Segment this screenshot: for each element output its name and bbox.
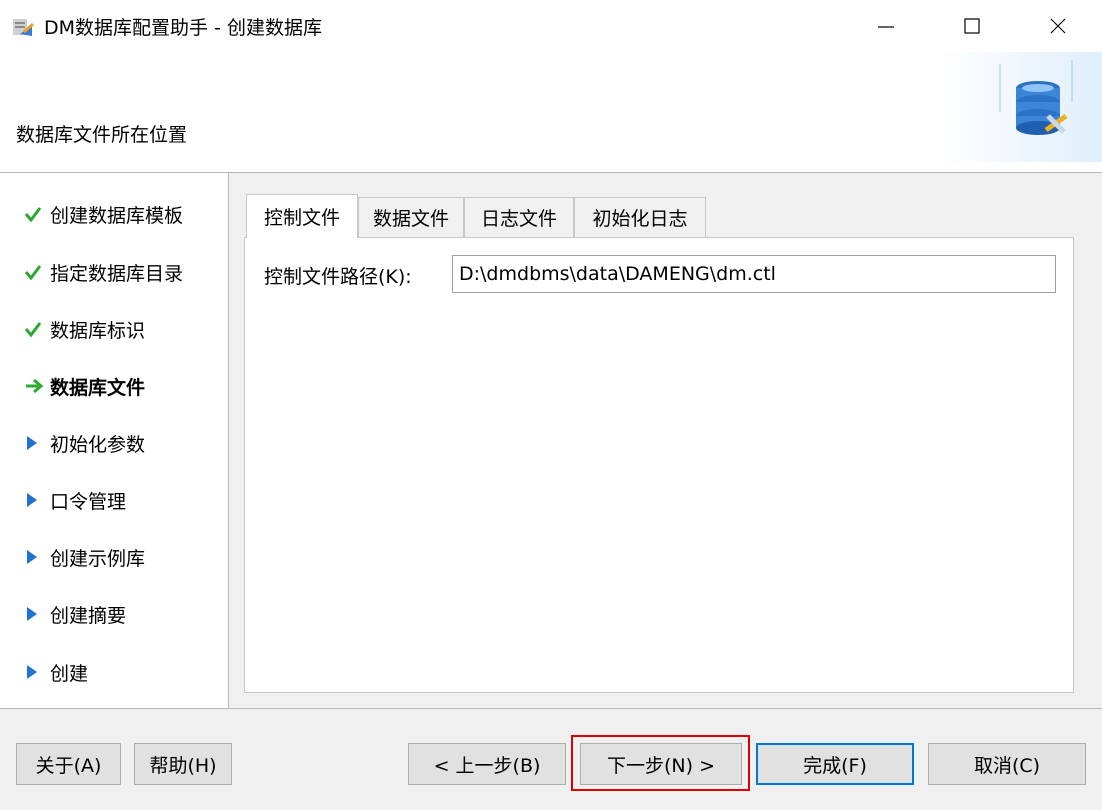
step-summary: 创建摘要 (24, 598, 126, 630)
next-button-highlight (571, 735, 750, 791)
checkmark-icon (24, 263, 50, 281)
step-create-template: 创建数据库模板 (24, 198, 183, 230)
step-password: 口令管理 (24, 484, 126, 516)
step-sample-db: 创建示例库 (24, 541, 145, 573)
step-db-directory: 指定数据库目录 (24, 256, 183, 288)
app-icon (13, 19, 34, 36)
checkmark-icon (24, 205, 50, 223)
step-label: 口令管理 (50, 490, 127, 513)
close-icon (1050, 18, 1066, 34)
help-button[interactable]: 帮助(H) (134, 743, 232, 785)
step-label: 创建数据库模板 (50, 204, 184, 227)
step-label: 数据库标识 (50, 319, 146, 342)
step-label: 数据库文件 (50, 376, 146, 399)
tab-init-log[interactable]: 初始化日志 (574, 197, 706, 237)
minimize-icon (878, 26, 894, 28)
step-db-files: 数据库文件 (24, 370, 145, 402)
database-gear-icon (940, 52, 1102, 162)
step-label: 创建示例库 (50, 547, 146, 570)
triangle-right-icon (24, 548, 50, 566)
step-label: 创建 (50, 662, 89, 685)
title-bar: DM数据库配置助手 - 创建数据库 (0, 0, 1102, 52)
control-file-path-label: 控制文件路径(K): (264, 266, 412, 288)
tab-panel (244, 237, 1074, 693)
checkmark-icon (24, 320, 50, 338)
page-title: 数据库文件所在位置 (16, 124, 188, 146)
maximize-button[interactable] (944, 0, 1000, 52)
control-file-path-input[interactable] (452, 255, 1056, 293)
step-db-identity: 数据库标识 (24, 313, 145, 345)
maximize-icon (964, 18, 980, 34)
step-init-params: 初始化参数 (24, 427, 145, 459)
window-title: DM数据库配置助手 - 创建数据库 (44, 17, 322, 39)
tab-data-file[interactable]: 数据文件 (358, 197, 464, 237)
step-label: 指定数据库目录 (50, 262, 184, 285)
about-button[interactable]: 关于(A) (16, 743, 121, 785)
minimize-button[interactable] (858, 0, 914, 52)
close-button[interactable] (1030, 0, 1086, 52)
wizard-header: 数据库文件所在位置 (0, 52, 1102, 172)
triangle-right-icon (24, 663, 50, 681)
triangle-right-icon (24, 491, 50, 509)
tab-log-file[interactable]: 日志文件 (464, 197, 574, 237)
triangle-right-icon (24, 605, 50, 623)
triangle-right-icon (24, 434, 50, 452)
tab-control-file[interactable]: 控制文件 (246, 194, 358, 238)
cancel-button[interactable]: 取消(C) (928, 743, 1086, 785)
back-button[interactable]: < 上一步(B) (408, 743, 566, 785)
step-label: 创建摘要 (50, 604, 127, 627)
finish-button[interactable]: 完成(F) (756, 743, 914, 785)
arrow-right-icon (24, 377, 50, 395)
step-create: 创建 (24, 656, 88, 688)
step-label: 初始化参数 (50, 433, 146, 456)
